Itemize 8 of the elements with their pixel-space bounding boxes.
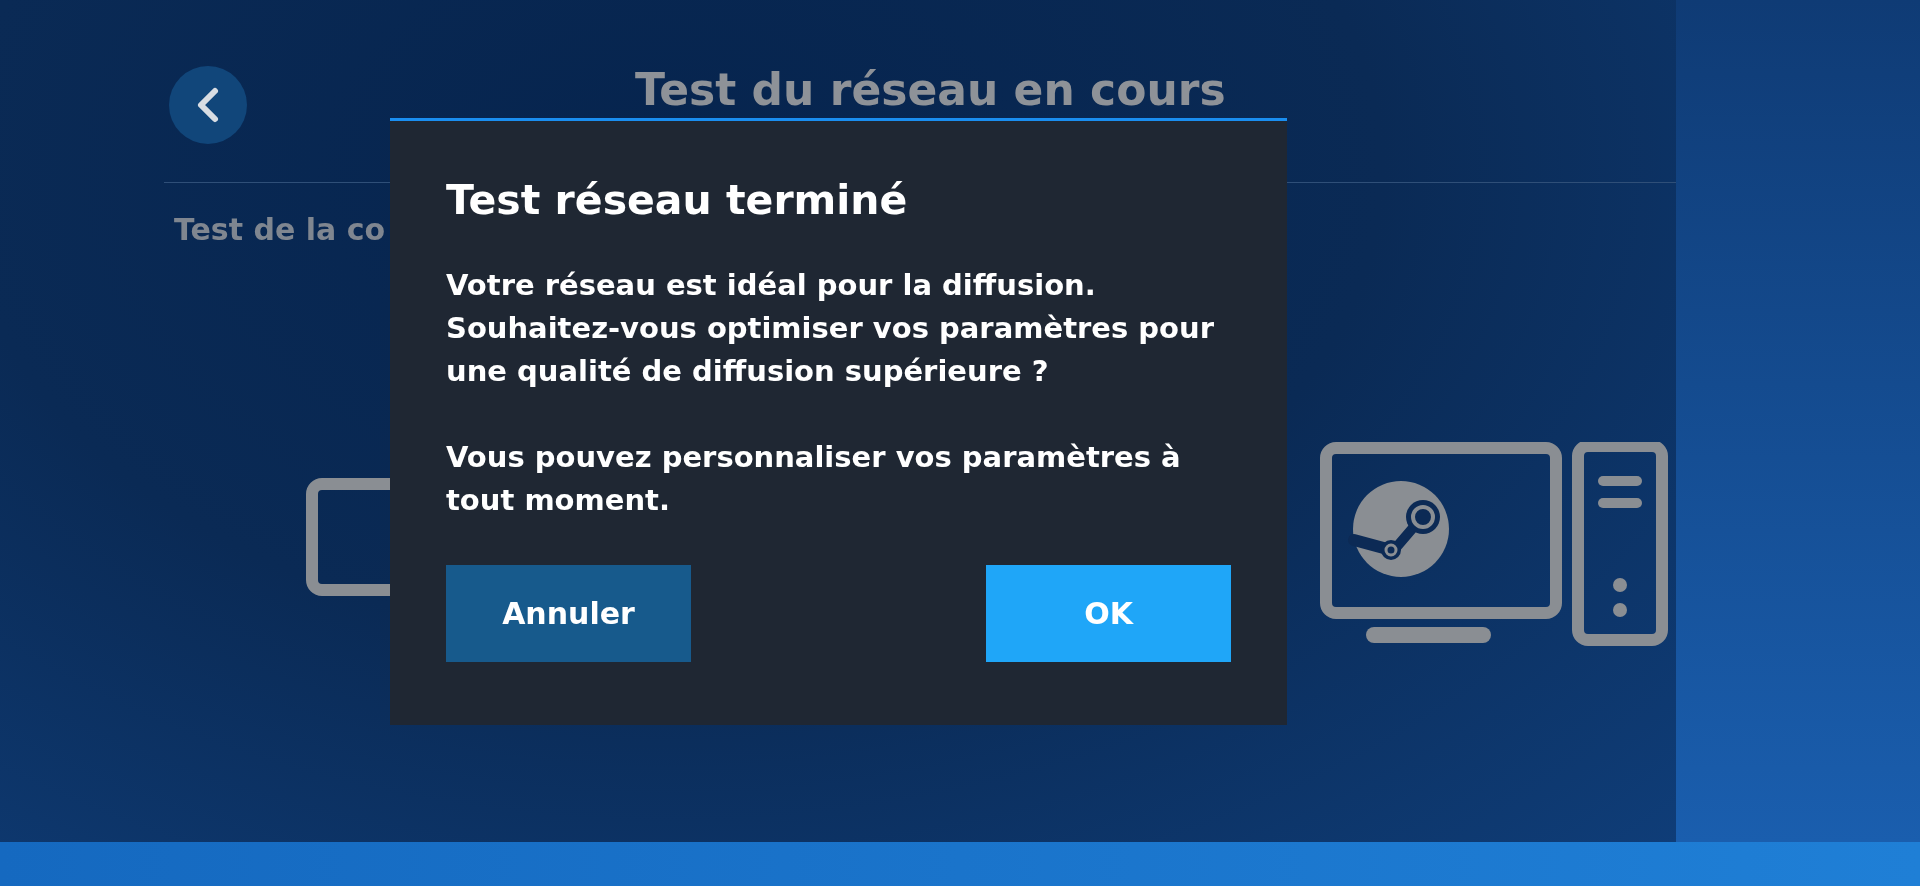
dialog-message: Votre réseau est idéal pour la diffusion. Souhaitez-vous optimiser vos paramètres pour une qualité de diffusion supérieure ? [446,267,1215,390]
monitor-with-steam-logo-icon [1320,442,1562,643]
dialog-title: Test réseau terminé [446,176,909,224]
page-title: Test du réseau en cours [635,68,1226,112]
dialog-message: Vous pouvez personnaliser vos paramètres à tout moment. [446,439,1182,519]
cancel-button[interactable]: Annuler [446,565,691,662]
page-subtitle: Test de la co [174,212,387,247]
computer-tower-icon [1572,442,1668,646]
